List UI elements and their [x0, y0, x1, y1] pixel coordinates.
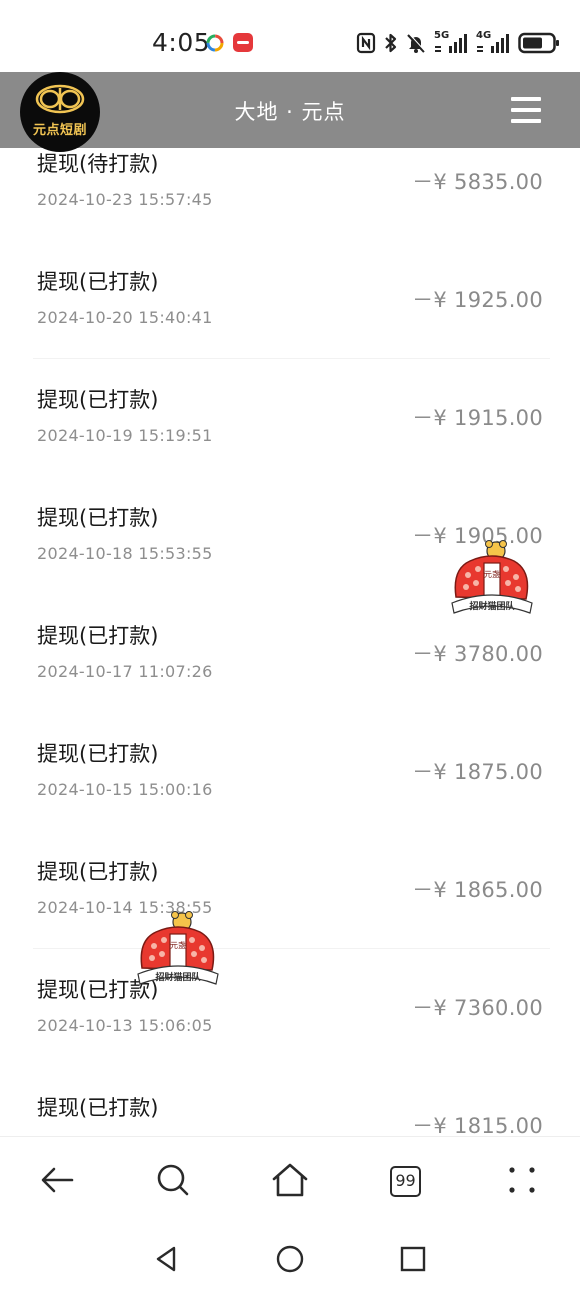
watermark-sticker: 元盏 招财猫团队	[137, 911, 219, 985]
logo-text: 元点短剧	[32, 123, 87, 138]
transaction-row[interactable]: 提现(已打款) 2024-10-19 15:19:51 －¥ 1915.00	[0, 380, 580, 498]
transaction-date: 2024-10-20 15:40:41	[37, 308, 213, 327]
transaction-title: 提现(已打款)	[37, 270, 159, 294]
transaction-amount: －¥ 1875.00	[412, 760, 543, 784]
transaction-date: 2024-10-18 15:53:55	[37, 544, 213, 563]
transaction-amount: －¥ 1915.00	[412, 406, 543, 430]
transaction-title: 提现(已打款)	[37, 742, 159, 766]
menu-bar	[511, 119, 541, 123]
transaction-row[interactable]: 提现(已打款) 2024-10-15 15:00:16 －¥ 1875.00	[0, 734, 580, 852]
more-dots-icon[interactable]	[502, 1160, 542, 1200]
app-notification-icon	[206, 34, 224, 52]
signal-4g-icon: 4G	[476, 31, 510, 55]
transaction-date: 2024-10-15 15:00:16	[37, 780, 213, 799]
status-time: 4:05	[152, 28, 211, 57]
bluetooth-icon	[385, 33, 397, 53]
menu-button[interactable]	[511, 95, 543, 125]
nav-home-circle-icon[interactable]	[275, 1244, 305, 1274]
app-page: 4:05 5G 4G 元点短剧 大地 · 元点 提现(待打款) 2024-10-…	[0, 0, 580, 1289]
transaction-date: 2024-10-19 15:19:51	[37, 426, 213, 445]
nav-back-triangle-icon[interactable]	[152, 1244, 182, 1274]
signal-5g-icon: 5G	[434, 31, 468, 55]
watermark-sticker: 元盏 招财猫团队	[451, 540, 533, 614]
transaction-amount: －¥ 1815.00	[412, 1114, 543, 1136]
menu-bar	[511, 97, 541, 101]
row-divider	[33, 358, 550, 359]
transaction-list: 提现(待打款) 2024-10-23 15:57:45 －¥ 5835.00 提…	[0, 148, 580, 1136]
transaction-title: 提现(已打款)	[37, 1096, 159, 1120]
transaction-title: 提现(已打款)	[37, 506, 159, 530]
transaction-date: 2024-10-17 11:07:26	[37, 662, 213, 681]
transaction-amount: －¥ 7360.00	[412, 996, 543, 1020]
transaction-row[interactable]: 提现(已打款) 2024-10-17 11:07:26 －¥ 3780.00	[0, 616, 580, 734]
transaction-row[interactable]: 提现(已打款) 2024-10-20 15:40:41 －¥ 1925.00	[0, 262, 580, 380]
watermark-inner-text: 元盏	[484, 569, 500, 579]
transaction-row[interactable]: 提现(已打款) 2024-10-14 15:38:55 －¥ 1865.00	[0, 852, 580, 970]
watermark-text: 招财猫团队	[155, 971, 201, 983]
nfc-icon	[356, 32, 376, 54]
menu-bar	[511, 108, 541, 112]
transaction-title: 提现(已打款)	[37, 860, 159, 884]
transaction-title: 提现(待打款)	[37, 152, 159, 176]
mute-bell-icon	[407, 33, 426, 53]
transaction-amount: －¥ 3780.00	[412, 642, 543, 666]
logo-emblem-icon	[35, 84, 85, 114]
transaction-row[interactable]: 提现(已打款) －¥ 1815.00	[0, 1088, 580, 1136]
transaction-title: 提现(已打款)	[37, 388, 159, 412]
news-app-icon	[233, 33, 253, 52]
transaction-row[interactable]: 提现(已打款) 2024-10-13 15:06:05 －¥ 7360.00	[0, 970, 580, 1088]
watermark-text: 招财猫团队	[469, 600, 515, 612]
tabs-count-button[interactable]: 99	[390, 1166, 421, 1197]
transaction-amount: －¥ 5835.00	[412, 170, 543, 194]
app-logo: 元点短剧	[20, 72, 100, 152]
nav-recents-square-icon[interactable]	[398, 1244, 428, 1274]
battery-icon	[518, 32, 559, 54]
transaction-row[interactable]: 提现(待打款) 2024-10-23 15:57:45 －¥ 5835.00	[0, 148, 580, 262]
watermark-inner-text: 元盏	[170, 940, 186, 950]
status-icons: 5G 4G	[356, 30, 560, 56]
search-icon[interactable]	[153, 1160, 193, 1200]
transaction-amount: －¥ 1865.00	[412, 878, 543, 902]
transaction-title: 提现(已打款)	[37, 624, 159, 648]
home-icon[interactable]	[270, 1160, 310, 1200]
status-bar: 4:05 5G 4G	[0, 0, 580, 72]
back-arrow-icon[interactable]	[38, 1160, 78, 1200]
row-divider	[33, 948, 550, 949]
transaction-date: 2024-10-13 15:06:05	[37, 1016, 213, 1035]
transaction-date: 2024-10-23 15:57:45	[37, 190, 213, 209]
transaction-amount: －¥ 1925.00	[412, 288, 543, 312]
